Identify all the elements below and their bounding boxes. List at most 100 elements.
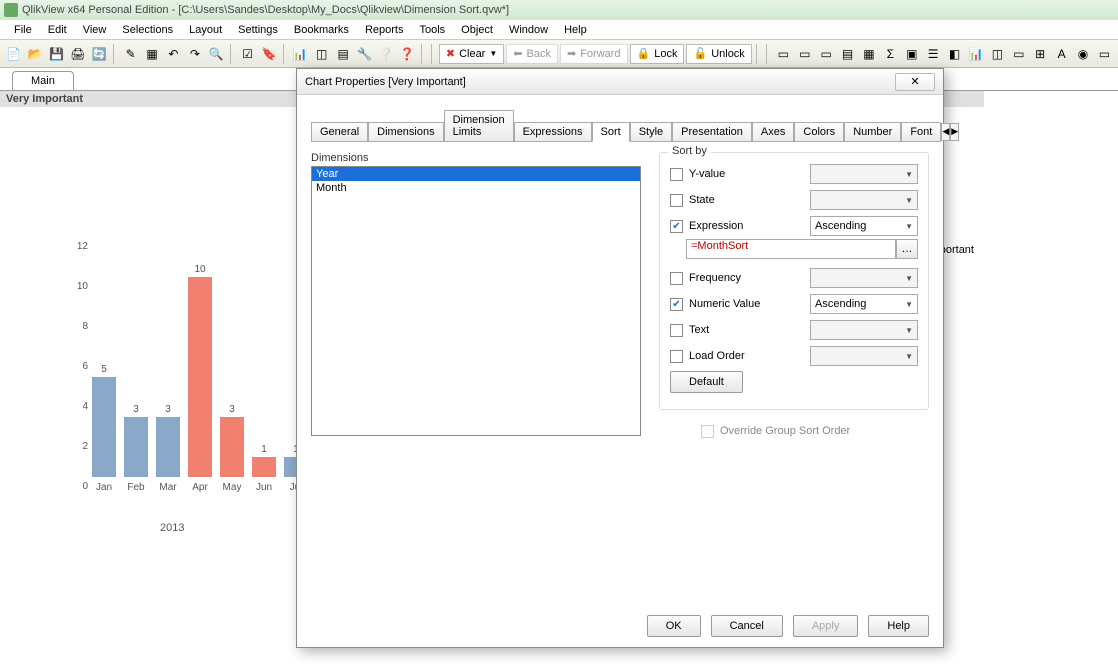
obj8-icon[interactable]: ☰ <box>923 44 942 64</box>
dialog-titlebar: Chart Properties [Very Important] ✕ <box>297 69 943 95</box>
ok-button[interactable]: OK <box>647 615 701 637</box>
tab-style[interactable]: Style <box>630 122 672 142</box>
override-checkbox[interactable] <box>701 425 714 438</box>
dialog-close-button[interactable]: ✕ <box>895 73 935 91</box>
obj1-icon[interactable]: ▭ <box>774 44 793 64</box>
yvalue-dropdown[interactable]: ▼ <box>810 164 918 184</box>
selections-icon[interactable]: ☑ <box>238 44 257 64</box>
tools-icon[interactable]: 🔧 <box>355 44 374 64</box>
obj5-icon[interactable]: ▦ <box>859 44 878 64</box>
obj14-icon[interactable]: A <box>1052 44 1071 64</box>
unlock-button[interactable]: 🔓Unlock <box>686 44 751 64</box>
refresh-icon[interactable]: 🔄 <box>90 44 109 64</box>
menu-tools[interactable]: Tools <box>411 22 453 38</box>
menu-window[interactable]: Window <box>501 22 556 38</box>
layout-icon[interactable]: ▤ <box>333 44 352 64</box>
forward-button[interactable]: ➡Forward <box>560 44 628 64</box>
yvalue-checkbox[interactable] <box>670 168 683 181</box>
dimensions-listbox[interactable]: Year Month <box>311 166 641 436</box>
expression-input[interactable]: =MonthSort <box>686 239 896 259</box>
cancel-button[interactable]: Cancel <box>711 615 783 637</box>
menu-settings[interactable]: Settings <box>230 22 286 38</box>
obj7-icon[interactable]: ▣ <box>902 44 921 64</box>
tab-scroll-right[interactable]: ▶ <box>950 123 959 141</box>
edit-script-icon[interactable]: ✎ <box>121 44 140 64</box>
menu-view[interactable]: View <box>75 22 115 38</box>
lock-button[interactable]: 🔒Lock <box>630 44 685 64</box>
menu-layout[interactable]: Layout <box>181 22 230 38</box>
app-titlebar: QlikView x64 Personal Edition - [C:\User… <box>0 0 1118 20</box>
obj15-icon[interactable]: ◉ <box>1073 44 1092 64</box>
expression-checkbox[interactable]: ✔ <box>670 220 683 233</box>
menu-object[interactable]: Object <box>453 22 501 38</box>
tab-scroll-left[interactable]: ◀ <box>941 123 950 141</box>
save-icon[interactable]: 💾 <box>47 44 66 64</box>
loadorder-checkbox[interactable] <box>670 350 683 363</box>
tab-colors[interactable]: Colors <box>794 122 844 142</box>
obj16-icon[interactable]: ▭ <box>1095 44 1114 64</box>
dimension-item-month[interactable]: Month <box>312 181 640 195</box>
numeric-checkbox[interactable]: ✔ <box>670 298 683 311</box>
obj3-icon[interactable]: ▭ <box>816 44 835 64</box>
tab-dimensions[interactable]: Dimensions <box>368 122 443 142</box>
default-button[interactable]: Default <box>670 371 743 393</box>
apply-button[interactable]: Apply <box>793 615 859 637</box>
whatsthis-icon[interactable]: ❓ <box>398 44 417 64</box>
obj4-icon[interactable]: ▤ <box>838 44 857 64</box>
help-icon[interactable]: ❔ <box>376 44 395 64</box>
expression-edit-button[interactable]: … <box>896 239 918 259</box>
tab-font[interactable]: Font <box>901 122 941 142</box>
tab-number[interactable]: Number <box>844 122 901 142</box>
state-checkbox[interactable] <box>670 194 683 207</box>
clear-button[interactable]: ✖Clear▼ <box>439 44 504 64</box>
bookmark-icon[interactable]: 🔖 <box>259 44 278 64</box>
expression-dropdown[interactable]: Ascending▼ <box>810 216 918 236</box>
frequency-dropdown[interactable]: ▼ <box>810 268 918 288</box>
open-icon[interactable]: 📂 <box>25 44 44 64</box>
ungroup-icon[interactable]: ◫ <box>312 44 331 64</box>
frequency-checkbox[interactable] <box>670 272 683 285</box>
text-label: Text <box>689 324 709 336</box>
text-dropdown[interactable]: ▼ <box>810 320 918 340</box>
obj12-icon[interactable]: ▭ <box>1009 44 1028 64</box>
help-button[interactable]: Help <box>868 615 929 637</box>
dimension-item-year[interactable]: Year <box>312 167 640 181</box>
tab-presentation[interactable]: Presentation <box>672 122 752 142</box>
search-icon[interactable]: 🔍 <box>207 44 226 64</box>
menu-bookmarks[interactable]: Bookmarks <box>286 22 357 38</box>
obj13-icon[interactable]: ⊞ <box>1031 44 1050 64</box>
app-title: QlikView x64 Personal Edition - [C:\User… <box>22 4 509 16</box>
obj11-icon[interactable]: ◫ <box>988 44 1007 64</box>
numeric-dropdown[interactable]: Ascending▼ <box>810 294 918 314</box>
menu-file[interactable]: File <box>6 22 40 38</box>
loadorder-dropdown[interactable]: ▼ <box>810 346 918 366</box>
text-checkbox[interactable] <box>670 324 683 337</box>
obj9-icon[interactable]: ◧ <box>945 44 964 64</box>
dimensions-panel: Dimensions Year Month <box>311 152 641 612</box>
obj10-icon[interactable]: 📊 <box>966 44 985 64</box>
new-icon[interactable]: 📄 <box>4 44 23 64</box>
chart-bar <box>124 417 148 477</box>
tab-sort[interactable]: Sort <box>592 122 630 142</box>
undo-icon[interactable]: ↶ <box>164 44 183 64</box>
back-button[interactable]: ⬅Back <box>506 44 558 64</box>
state-dropdown[interactable]: ▼ <box>810 190 918 210</box>
sheet-tab-main[interactable]: Main <box>12 71 74 90</box>
dimensions-label: Dimensions <box>311 152 641 164</box>
menu-edit[interactable]: Edit <box>40 22 75 38</box>
tab-axes[interactable]: Axes <box>752 122 794 142</box>
print-icon[interactable]: 🖨 <box>68 44 87 64</box>
chart-bar <box>252 457 276 477</box>
menu-selections[interactable]: Selections <box>114 22 181 38</box>
tab-expressions[interactable]: Expressions <box>514 122 592 142</box>
tab-general[interactable]: General <box>311 122 368 142</box>
menu-reports[interactable]: Reports <box>357 22 412 38</box>
sortby-panel-wrap: Sort by Y-value ▼ State ▼ ✔ Expression A… <box>659 152 929 612</box>
table-icon[interactable]: ▦ <box>142 44 161 64</box>
obj6-icon[interactable]: Σ <box>881 44 900 64</box>
obj2-icon[interactable]: ▭ <box>795 44 814 64</box>
redo-icon[interactable]: ↷ <box>185 44 204 64</box>
tab-dimension-limits[interactable]: Dimension Limits <box>444 110 514 142</box>
menu-help[interactable]: Help <box>556 22 595 38</box>
chart-wizard-icon[interactable]: 📊 <box>291 44 310 64</box>
